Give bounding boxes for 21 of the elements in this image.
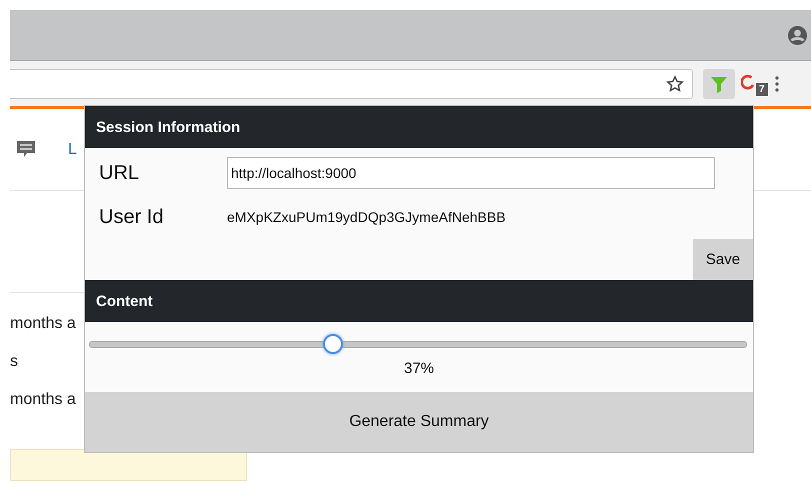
profile-icon[interactable] <box>788 26 807 44</box>
slider-thumb[interactable] <box>323 334 344 354</box>
slider-value: 37% <box>402 359 436 379</box>
section-header: Content <box>85 280 753 322</box>
nav-link[interactable]: L <box>68 140 77 158</box>
url-field[interactable]: http://localhost:9000 <box>227 157 715 189</box>
page-text: months a <box>10 315 76 332</box>
section-header: Session Information <box>85 106 753 148</box>
field-label: URL <box>99 162 140 184</box>
user-id-value: eMXpKZxuPUm19ydDQp3GJymeAfNehBBB <box>227 209 506 225</box>
page-text: months a <box>10 391 76 408</box>
menu-icon[interactable] <box>775 76 779 92</box>
field-label: User Id <box>99 206 164 228</box>
content-slider[interactable] <box>89 333 747 355</box>
save-button[interactable]: Save <box>693 239 753 280</box>
generate-summary-button[interactable]: Generate Summary <box>85 392 753 452</box>
comment-icon[interactable] <box>16 140 36 160</box>
extension-badge: 7 <box>756 82 768 96</box>
extension-button[interactable] <box>703 68 735 98</box>
bookmark-star-icon[interactable] <box>666 74 684 92</box>
page-text: s <box>10 353 18 370</box>
